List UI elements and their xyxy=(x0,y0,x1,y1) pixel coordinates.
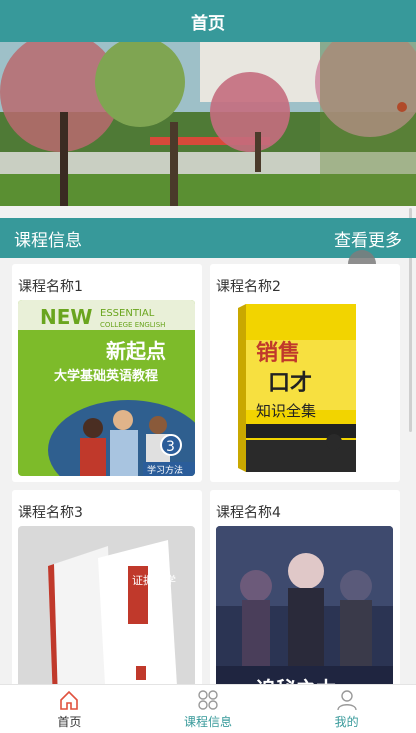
course-cover-2: 销售 口才 知识全集 xyxy=(216,300,393,476)
grid-icon xyxy=(198,689,218,710)
nav-courses-label: 课程信息 xyxy=(184,714,233,729)
course-card-4[interactable]: 课程名称4 追秘之木 xyxy=(210,490,400,690)
cover-text: 3 xyxy=(166,439,175,455)
top-bar: 首页 xyxy=(0,0,416,42)
cover-text: 大学基础英语教程 xyxy=(54,368,158,384)
home-icon xyxy=(60,690,79,710)
page-title: 首页 xyxy=(191,13,225,34)
course-cover-3: 证据法学 xyxy=(18,526,195,690)
nav-mine-label: 我的 xyxy=(334,714,359,729)
course-card-2[interactable]: 课程名称2 销售 口才 知识全集 xyxy=(210,264,400,482)
cover-text: 销售 xyxy=(256,340,300,366)
bottom-navigation: 首页 课程信息 我的 xyxy=(0,684,416,733)
view-more-link[interactable]: 查看更多 xyxy=(334,226,402,251)
cover-text: COLLEGE ENGLISH xyxy=(100,321,165,329)
user-icon xyxy=(336,689,357,710)
cover-text: 学习方法 xyxy=(147,464,183,476)
cover-text: 知识全集 xyxy=(256,402,316,420)
nav-courses[interactable]: 课程信息 xyxy=(139,685,278,733)
banner-image[interactable] xyxy=(0,42,416,206)
course-card-3[interactable]: 课程名称3 证据法学 xyxy=(12,490,202,690)
nav-home-label: 首页 xyxy=(57,714,82,729)
cover-text: 证据法学 xyxy=(132,573,176,587)
section-title: 课程信息 xyxy=(14,230,82,251)
course-name: 课程名称4 xyxy=(216,505,281,521)
course-name: 课程名称3 xyxy=(18,505,83,521)
course-cover-4: 追秘之木 xyxy=(216,526,393,690)
course-name: 课程名称1 xyxy=(18,279,83,295)
cover-text: 口才 xyxy=(268,370,312,396)
cover-text: 新起点 xyxy=(106,339,166,363)
cover-text: ESSENTIAL xyxy=(100,308,155,319)
cover-text: NEW xyxy=(40,305,92,329)
course-cover-1: NEW ESSENTIAL COLLEGE ENGLISH 新起点 大学基础英语… xyxy=(18,300,195,476)
course-name: 课程名称2 xyxy=(216,279,281,295)
nav-mine[interactable]: 我的 xyxy=(277,685,416,733)
nav-home[interactable]: 首页 xyxy=(0,685,139,733)
course-card-1[interactable]: 课程名称1 NEW ESSENTIAL COLLEGE ENGLISH 新起点 … xyxy=(12,264,202,482)
